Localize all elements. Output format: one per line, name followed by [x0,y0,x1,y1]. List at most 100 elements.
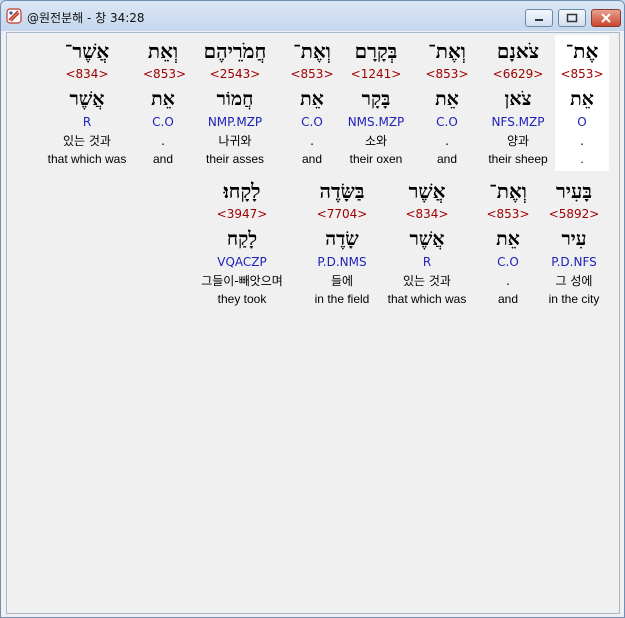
word-strong: <7704> [316,207,368,221]
close-icon [601,13,611,23]
word-strong: <853> [425,67,469,81]
maximize-button[interactable] [558,9,586,27]
word-lemma: אֵת [151,88,175,110]
word-heb: וְאֶת־ [428,39,466,63]
word-heb: בְּקָרָם [354,39,398,63]
word-column[interactable]: חֲמֹרֵיהֶם <2543> חֲמוֹר NMP.MZP 나귀와 their as… [195,35,275,171]
app-logo-icon [6,8,22,24]
word-strong: <853> [560,67,604,81]
word-kor: . [445,134,449,148]
word-column[interactable]: אֲשֶׁר <834> אֲשֶׁר R 있는 것과 that which was [382,175,472,311]
word-eng: and [152,152,174,166]
word-heb: אֶת־ [565,39,599,63]
word-parse: R [422,255,432,269]
word-kor: . [580,134,584,148]
word-parse: NMS.MZP [347,115,405,129]
word-heb: וְאֶת־ [293,39,331,63]
word-eng: . [580,152,584,166]
word-strong: <5892> [548,207,600,221]
word-column[interactable]: בָּעִיר <5892> עִיר P.D.NFS 그 성에 in the city [541,175,607,311]
word-lemma: אֲשֶׁר [69,88,105,110]
title-bar[interactable]: @원전분해 - 창 34:28 [1,1,624,31]
word-heb: אֲשֶׁר [408,179,446,203]
word-parse: O [577,115,587,129]
word-parse: NFS.MZP [491,115,545,129]
word-kor: . [161,134,165,148]
word-parse: C.O [301,115,323,129]
word-eng: in the city [548,292,600,306]
word-eng: their asses [205,152,265,166]
word-heb: וְאֶת־ [489,179,527,203]
word-strong: <853> [486,207,530,221]
word-heb: אֲשֶׁר־ [64,39,110,63]
word-heb: לָקָחוּ׃ [223,179,261,203]
word-kor: 있는 것과 [63,134,111,148]
window-title: @원전분해 - 창 34:28 [27,11,145,25]
word-kor: 들에 [330,274,354,288]
word-lemma: אֵת [496,228,520,250]
analysis-pane[interactable]: אֶת־ <853> אֵת O.. צֹאנָם <6629> צֹאן NFS.MZP 양과… [6,32,620,614]
word-kor: 그 성에 [555,274,593,288]
word-column[interactable]: לָקָחוּ׃ <3947> לָקַח VQACZP 그들이-빼앗으며 they to… [187,175,297,311]
word-strong: <834> [65,67,109,81]
word-strong: <834> [405,207,449,221]
word-parse: R [82,115,92,129]
word-heb: צֹאנָם [496,39,540,63]
maximize-icon [566,13,578,23]
word-eng: they took [217,292,267,306]
word-lemma: אֲשֶׁר [409,228,445,250]
word-parse: NMP.MZP [207,115,263,129]
word-lemma: בָּקָר [361,88,391,110]
word-lemma: אֵת [300,88,324,110]
word-parse: C.O [436,115,458,129]
word-heb: בַּשָּׂדֶה [319,179,365,203]
word-column[interactable]: וְאֶת־ <853> אֵת C.O. and [290,35,334,171]
word-eng: in the field [314,292,370,306]
word-strong: <853> [143,67,187,81]
word-column[interactable]: אֲשֶׁר־ <834> אֲשֶׁר R 있는 것과 that which was [42,35,132,171]
word-kor: 양과 [506,134,530,148]
word-strong: <1241> [350,67,402,81]
word-lemma: אֵת [570,88,594,110]
word-parse: C.O [152,115,174,129]
word-eng: their sheep [488,152,548,166]
word-column[interactable]: אֶת־ <853> אֵת O.. [555,35,609,171]
word-eng: and [301,152,323,166]
word-eng: that which was [47,152,127,166]
word-kor: . [506,274,510,288]
word-column[interactable]: וְאֶת־ <853> אֵת C.O. and [484,175,532,311]
word-lemma: עִיר [561,228,587,250]
word-column[interactable]: וְאֶת־ <853> אֵת C.O. and [423,35,471,171]
word-eng: and [436,152,458,166]
close-button[interactable] [591,9,621,27]
word-heb: וְאֵת [147,39,179,63]
word-column[interactable]: בַּשָּׂדֶה <7704> שָׂדֶה P.D.NMS 들에 in the fi… [307,175,377,311]
word-parse: P.D.NFS [551,255,597,269]
word-parse: P.D.NMS [317,255,367,269]
word-kor: . [310,134,314,148]
word-strong: <6629> [492,67,544,81]
word-parse: VQACZP [217,255,267,269]
word-column[interactable]: בְּקָרָם <1241> בָּקָר NMS.MZP 소와 their oxen [343,35,409,171]
word-strong: <2543> [209,67,261,81]
word-heb: בָּעִיר [555,179,593,203]
word-kor: 있는 것과 [403,274,451,288]
word-kor: 그들이-빼앗으며 [201,274,283,288]
minimize-button[interactable] [525,9,553,27]
word-lemma: צֹאן [504,88,532,110]
word-eng: that which was [387,292,467,306]
word-eng: and [497,292,519,306]
word-eng: their oxen [349,152,403,166]
word-lemma: לָקַח [226,228,258,250]
word-strong: <853> [290,67,334,81]
minimize-icon [535,19,543,21]
word-kor: 소와 [364,134,388,148]
app-window: @원전분해 - 창 34:28 אֶת־ <853> אֵת O.. צֹאנָם <66… [0,0,625,618]
word-column[interactable]: צֹאנָם <6629> צֹאן NFS.MZP 양과 their sheep [483,35,553,171]
word-parse: C.O [497,255,519,269]
word-column[interactable]: וְאֵת <853> אֵת C.O. and [143,35,187,171]
word-heb: חֲמֹרֵיהֶם [203,39,267,63]
word-lemma: אֵת [435,88,459,110]
word-lemma: חֲמוֹר [216,88,254,110]
word-strong: <3947> [216,207,268,221]
